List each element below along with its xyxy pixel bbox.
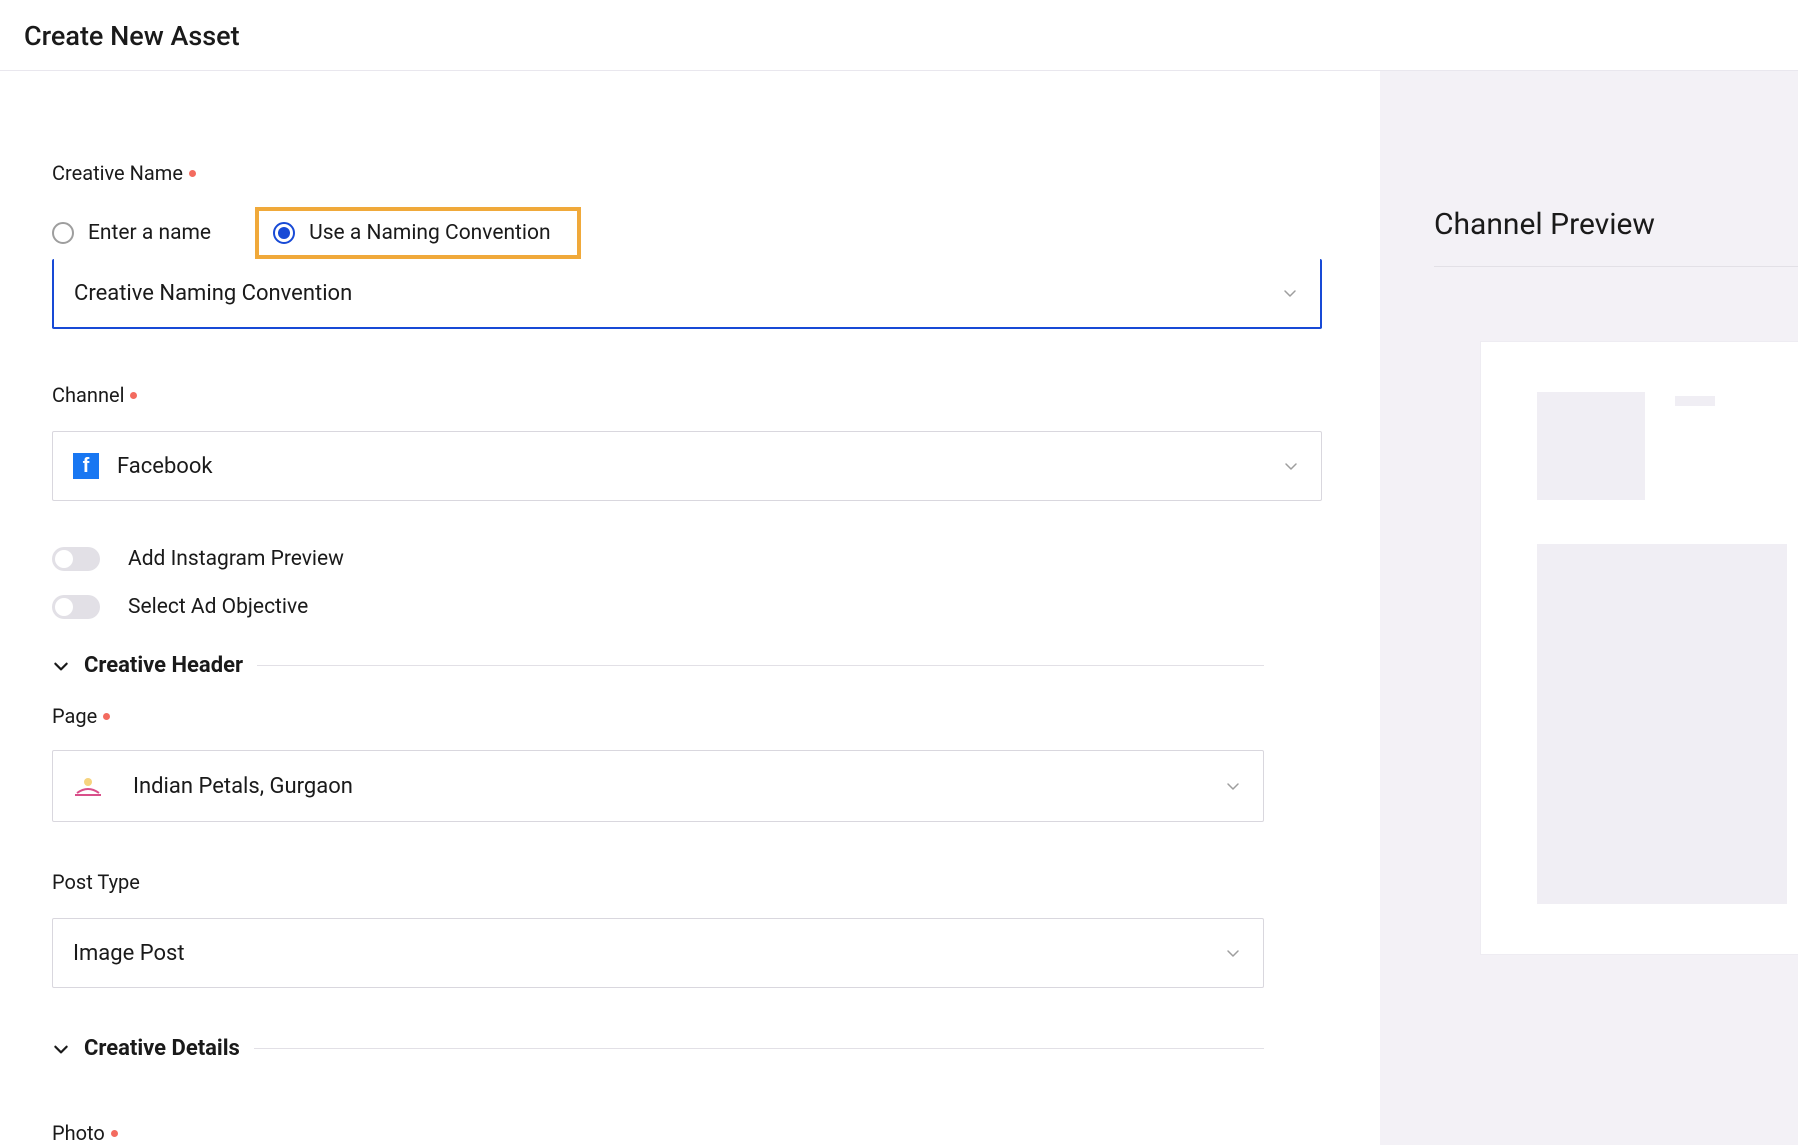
radio-icon [52, 222, 74, 244]
highlight-box: Use a Naming Convention [255, 207, 581, 259]
naming-convention-select[interactable]: Creative Naming Convention [52, 259, 1322, 329]
page-header: Create New Asset [0, 0, 1798, 71]
toggles-block: Add Instagram Preview Select Ad Objectiv… [52, 547, 1322, 619]
creative-name-block: Creative Name Enter a name Use a Naming [52, 161, 1322, 329]
radio-use-convention-label: Use a Naming Convention [309, 221, 551, 245]
section-header-line [254, 1048, 1264, 1049]
toggle-knob-icon [55, 598, 73, 616]
required-dot-icon [111, 1130, 118, 1137]
preview-title: Channel Preview [1380, 207, 1798, 242]
chevron-down-icon [1282, 285, 1298, 301]
required-dot-icon [103, 713, 110, 720]
post-type-block: Post Type Image Post [52, 870, 1264, 988]
preview-skeleton-body [1537, 544, 1787, 904]
photo-label-text: Photo [52, 1121, 105, 1145]
toggle-knob-icon [55, 550, 73, 568]
form-inner: Creative Name Enter a name Use a Naming [52, 161, 1322, 1145]
post-type-value: Image Post [73, 941, 185, 966]
photo-block: Photo [52, 1121, 1322, 1145]
channel-label: Channel [52, 383, 137, 407]
section-creative-header-title: Creative Header [84, 653, 243, 678]
post-type-label: Post Type [52, 870, 140, 894]
preview-skeleton-avatar [1537, 392, 1645, 500]
preview-skeleton-top [1537, 392, 1790, 500]
preview-area: Channel Preview [1380, 71, 1798, 1145]
radio-use-convention[interactable]: Use a Naming Convention [273, 221, 551, 245]
chevron-down-icon [1225, 778, 1241, 794]
channel-value: Facebook [117, 454, 213, 479]
preview-skeleton-line [1675, 396, 1715, 406]
required-dot-icon [130, 392, 137, 399]
chevron-down-icon [52, 657, 70, 675]
toggle-instagram[interactable] [52, 547, 100, 571]
post-type-label-text: Post Type [52, 870, 140, 894]
page-block: Page Indian Petals, Gurgaon [52, 704, 1264, 822]
form-area: Creative Name Enter a name Use a Naming [0, 71, 1380, 1145]
channel-block: Channel f Facebook [52, 383, 1322, 501]
radio-enter-name-label: Enter a name [88, 221, 211, 245]
section-creative-header[interactable]: Creative Header [52, 653, 1264, 678]
radio-inner-icon [278, 227, 290, 239]
radio-icon [273, 222, 295, 244]
page-title: Create New Asset [24, 20, 1798, 52]
toggle-instagram-row: Add Instagram Preview [52, 547, 1322, 571]
channel-select[interactable]: f Facebook [52, 431, 1322, 501]
page-label-text: Page [52, 704, 97, 728]
creative-name-radio-row: Enter a name Use a Naming Convention [52, 207, 1322, 259]
section-creative-details[interactable]: Creative Details [52, 1036, 1264, 1061]
toggle-objective-label: Select Ad Objective [128, 595, 308, 619]
facebook-icon: f [73, 453, 99, 479]
section-header-line [257, 665, 1264, 666]
creative-name-label: Creative Name [52, 161, 196, 185]
preview-card [1480, 341, 1798, 955]
toggle-objective-row: Select Ad Objective [52, 595, 1322, 619]
required-dot-icon [189, 170, 196, 177]
page-label: Page [52, 704, 110, 728]
chevron-down-icon [52, 1040, 70, 1058]
toggle-instagram-label: Add Instagram Preview [128, 547, 344, 571]
section-creative-details-title: Creative Details [84, 1036, 240, 1061]
post-type-select[interactable]: Image Post [52, 918, 1264, 988]
naming-convention-value: Creative Naming Convention [74, 281, 352, 306]
photo-label: Photo [52, 1121, 118, 1145]
chevron-down-icon [1225, 945, 1241, 961]
page-value: Indian Petals, Gurgaon [133, 774, 353, 799]
page-select[interactable]: Indian Petals, Gurgaon [52, 750, 1264, 822]
chevron-down-icon [1283, 458, 1299, 474]
toggle-objective[interactable] [52, 595, 100, 619]
preview-divider [1434, 266, 1798, 267]
main-row: Creative Name Enter a name Use a Naming [0, 71, 1798, 1145]
page-thumbnail-icon [71, 775, 105, 797]
creative-name-label-text: Creative Name [52, 161, 183, 185]
channel-label-text: Channel [52, 383, 124, 407]
radio-enter-name[interactable]: Enter a name [52, 221, 211, 245]
